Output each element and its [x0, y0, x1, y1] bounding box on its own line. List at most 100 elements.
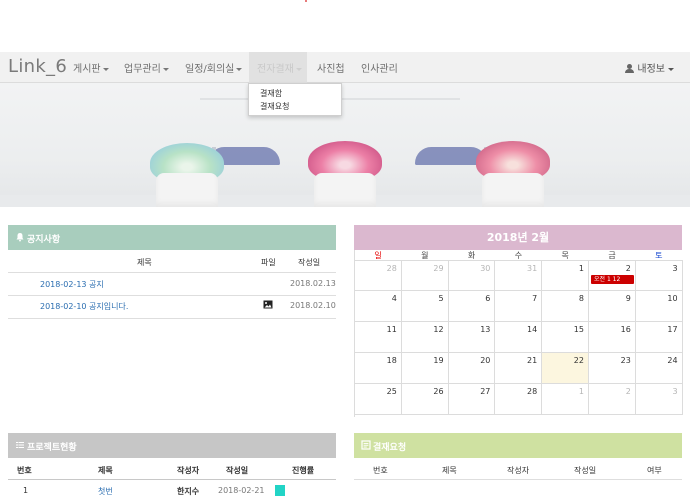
calendar-day-cell[interactable]: 27 [448, 384, 496, 415]
calendar-day-cell[interactable]: 18 [355, 353, 402, 384]
bell-icon [16, 233, 24, 242]
calendar-day-cell[interactable]: 15 [542, 322, 589, 353]
calendar-day-cell[interactable]: 9 [589, 291, 636, 322]
project-header: 프로젝트현황 [8, 433, 336, 458]
day-number: 1 [578, 387, 584, 396]
project-row-author: 한지수 [177, 487, 200, 496]
day-number: 2 [625, 264, 631, 273]
day-number: 31 [527, 264, 538, 273]
nav-item-work[interactable]: 업무관리 [124, 60, 169, 75]
day-number: 3 [672, 387, 678, 396]
day-number: 20 [480, 356, 491, 365]
day-number: 2 [625, 387, 631, 396]
day-number: 22 [573, 356, 584, 365]
calendar-day-cell[interactable]: 1 [542, 384, 589, 415]
calendar-day-cell[interactable]: 1 [542, 260, 589, 291]
calendar-day-cell[interactable]: 4 [355, 291, 402, 322]
progress-indicator [275, 485, 285, 496]
calendar-day-cell[interactable]: 11 [355, 322, 402, 353]
weekday-label: 목 [561, 251, 569, 260]
day-number: 25 [386, 387, 397, 396]
column-header-author: 작성자 [507, 466, 530, 475]
calendar-day-cell[interactable]: 19 [401, 353, 449, 384]
user-menu[interactable]: 내정보 [625, 60, 674, 75]
nav-item-approval[interactable]: 전자결재 [249, 52, 307, 83]
calendar-day-cell[interactable]: 17 [635, 322, 683, 353]
column-header-date: 작성일 [226, 466, 249, 475]
document-icon [361, 440, 371, 450]
column-header-status: 여부 [647, 466, 662, 475]
calendar-day-cell[interactable]: 7 [495, 291, 543, 322]
approval-header: 결재요청 [354, 433, 682, 458]
calendar-day-cell[interactable]: 21 [495, 353, 543, 384]
calendar-day-cell[interactable]: 23 [589, 353, 636, 384]
calendar-day-cell[interactable]: 3 [635, 384, 683, 415]
calendar-day-cell[interactable]: 5 [401, 291, 449, 322]
dropdown-item-request[interactable]: 결재요청 [260, 101, 289, 112]
user-icon [625, 64, 635, 73]
day-number: 1 [578, 264, 584, 273]
calendar-panel: 2018년 2월 일 월 화 수 목 금 토 28 29 30 31 1 2 오전 1 12 3 4 5 6 7 8 9… [354, 225, 683, 417]
project-row-no: 1 [23, 486, 29, 495]
nav-item-hr[interactable]: 인사관리 [361, 60, 398, 75]
project-panel: 프로젝트현황 번호 제목 작성자 작성일 진행률 1 첫번 한지수 2018-0… [8, 433, 336, 501]
calendar-day-cell[interactable]: 8 [542, 291, 589, 322]
nav-item-schedule[interactable]: 일정/회의실 [185, 60, 243, 75]
calendar-day-cell[interactable]: 3 [635, 260, 683, 291]
day-number: 9 [625, 294, 631, 303]
caret-down-icon [295, 67, 302, 71]
project-title: 프로젝트현황 [27, 443, 77, 453]
calendar-day-cell[interactable]: 28 [355, 260, 402, 291]
calendar-event[interactable]: 오전 1 12 [591, 275, 634, 284]
notice-panel: 공지사항 제목 파일 작성일 2018-02-13 공지 2018.02.13 … [8, 225, 336, 320]
day-number: 28 [527, 387, 538, 396]
calendar-day-cell[interactable]: 14 [495, 322, 543, 353]
day-number: 11 [386, 325, 397, 334]
calendar-day-cell[interactable]: 12 [401, 322, 449, 353]
calendar-day-cell[interactable]: 10 [635, 291, 683, 322]
weekday-label: 금 [608, 251, 616, 260]
calendar-day-cell[interactable]: 2 오전 1 12 [589, 260, 636, 291]
weekday-label: 수 [514, 251, 523, 260]
brand-logo[interactable]: Link_6 [8, 56, 67, 77]
day-number: 29 [433, 264, 444, 273]
image-file-icon[interactable] [263, 300, 273, 309]
notice-title: 공지사항 [27, 235, 61, 245]
calendar-day-cell[interactable]: 20 [448, 353, 496, 384]
column-header-title: 제목 [98, 466, 113, 475]
day-number: 21 [527, 356, 538, 365]
day-number: 12 [433, 325, 444, 334]
nav-item-board[interactable]: 게시판 [73, 60, 109, 75]
calendar-grid: 일 월 화 수 목 금 토 28 29 30 31 1 2 오전 1 12 3 4 5 6 7 8 9 10 11 12 13 1… [354, 250, 683, 417]
column-header-file: 파일 [261, 258, 276, 267]
day-number: 8 [578, 294, 584, 303]
calendar-day-cell[interactable]: 24 [635, 353, 683, 384]
column-header-no: 번호 [17, 466, 32, 475]
calendar-day-cell[interactable]: 2 [589, 384, 636, 415]
caret-down-icon [162, 67, 169, 71]
weekday-label: 일 [374, 251, 382, 260]
column-header-date: 작성일 [574, 466, 597, 475]
calendar-day-cell[interactable]: 30 [448, 260, 496, 291]
notice-row-title[interactable]: 2018-02-13 공지 [40, 279, 104, 290]
calendar-day-cell[interactable]: 28 [495, 384, 543, 415]
day-number: 30 [480, 264, 491, 273]
calendar-day-cell[interactable]: 29 [401, 260, 449, 291]
project-row-title[interactable]: 첫번 [98, 486, 113, 497]
day-number: 5 [438, 294, 444, 303]
dropdown-item-inbox[interactable]: 결재함 [260, 88, 282, 99]
day-number: 17 [667, 325, 678, 334]
calendar-day-cell[interactable]: 13 [448, 322, 496, 353]
calendar-day-cell[interactable]: 22 [542, 353, 589, 384]
nav-item-photos[interactable]: 사진첩 [317, 60, 345, 75]
calendar-day-cell[interactable]: 26 [401, 384, 449, 415]
weekday-label: 토 [655, 251, 663, 260]
calendar-day-cell[interactable]: 16 [589, 322, 636, 353]
calendar-day-cell[interactable]: 6 [448, 291, 496, 322]
calendar-day-cell[interactable]: 25 [355, 384, 402, 415]
calendar-day-cell[interactable]: 31 [495, 260, 543, 291]
notice-row-title[interactable]: 2018-02-10 공지입니다. [40, 301, 128, 312]
caret-down-icon [668, 67, 674, 71]
day-number: 18 [386, 356, 397, 365]
weekday-label: 월 [421, 251, 429, 260]
